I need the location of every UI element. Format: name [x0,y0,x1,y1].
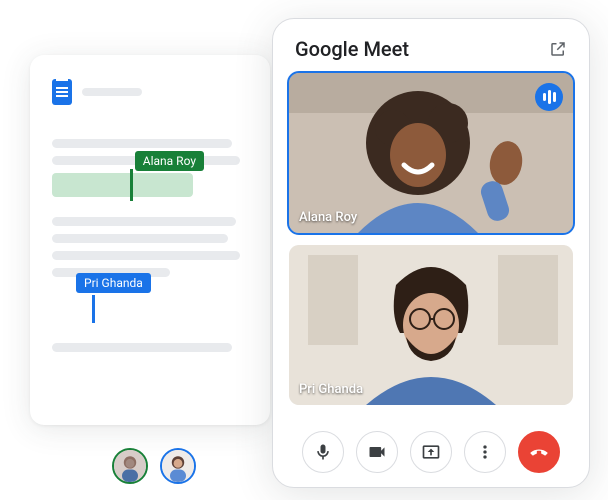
meet-tile-alana[interactable]: Alana Roy [289,73,573,233]
docs-text-line [52,343,232,352]
open-in-new-icon[interactable] [549,40,567,58]
cursor-caret-alana [130,169,133,201]
speaking-indicator-icon [535,83,563,111]
meet-tile-name: Alana Roy [299,210,357,225]
docs-header [52,79,248,105]
docs-text-line [52,139,232,148]
video-placeholder-illustration [289,245,573,405]
avatar-alana[interactable] [112,448,148,484]
docs-text-line [52,251,240,260]
meet-panel: Google Meet [272,18,590,488]
avatar-illustration [114,450,146,482]
microphone-icon [313,442,333,462]
docs-text-line [52,234,228,243]
more-vertical-icon [475,442,495,462]
video-placeholder-illustration [289,73,573,233]
docs-text-line [52,217,236,226]
docs-selection-alana: Alana Roy [52,173,248,197]
docs-icon [52,79,72,105]
meet-title: Google Meet [295,37,409,61]
avatar-illustration [162,450,194,482]
meet-tile-name: Pri Ghanda [299,382,363,397]
docs-title-placeholder [82,88,142,96]
present-button[interactable] [410,431,452,473]
collaborator-avatars [112,448,196,484]
phone-hangup-icon [529,442,549,462]
meet-tile-pri[interactable]: Pri Ghanda [289,245,573,405]
camera-icon [367,442,387,462]
docs-card: Alana Roy Pri Ghanda [30,55,270,425]
meet-controls [289,417,573,473]
docs-selection-pri: Pri Ghanda [52,295,248,323]
present-screen-icon [421,442,441,462]
camera-button[interactable] [356,431,398,473]
cursor-caret-pri [92,295,95,323]
more-options-button[interactable] [464,431,506,473]
avatar-pri[interactable] [160,448,196,484]
hangup-button[interactable] [518,431,560,473]
meet-tiles: Alana Roy Pri Ghanda [289,73,573,417]
meet-header: Google Meet [289,37,573,73]
mic-button[interactable] [302,431,344,473]
cursor-label-alana: Alana Roy [135,151,204,171]
cursor-label-pri: Pri Ghanda [76,273,151,293]
